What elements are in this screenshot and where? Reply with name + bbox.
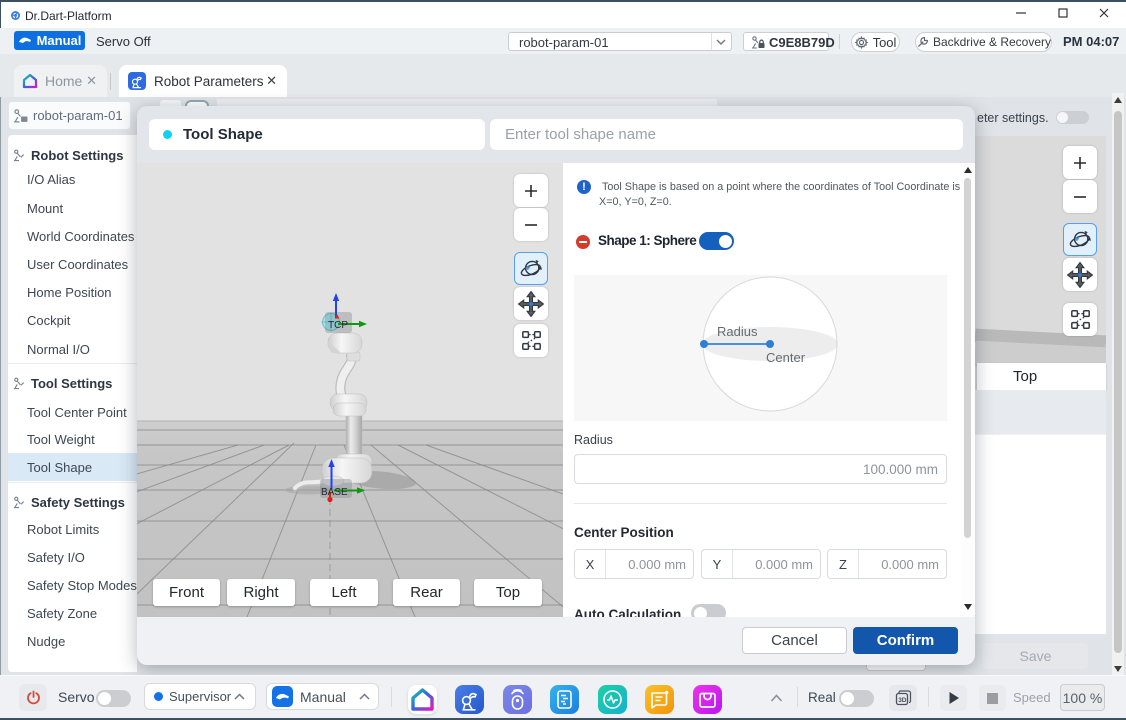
- svg-text:Radius: Radius: [717, 324, 758, 339]
- svg-text:3D: 3D: [898, 697, 907, 704]
- svg-text:TCP: TCP: [328, 320, 348, 331]
- svg-text:BASE: BASE: [321, 487, 348, 498]
- svg-text:Center: Center: [766, 350, 806, 365]
